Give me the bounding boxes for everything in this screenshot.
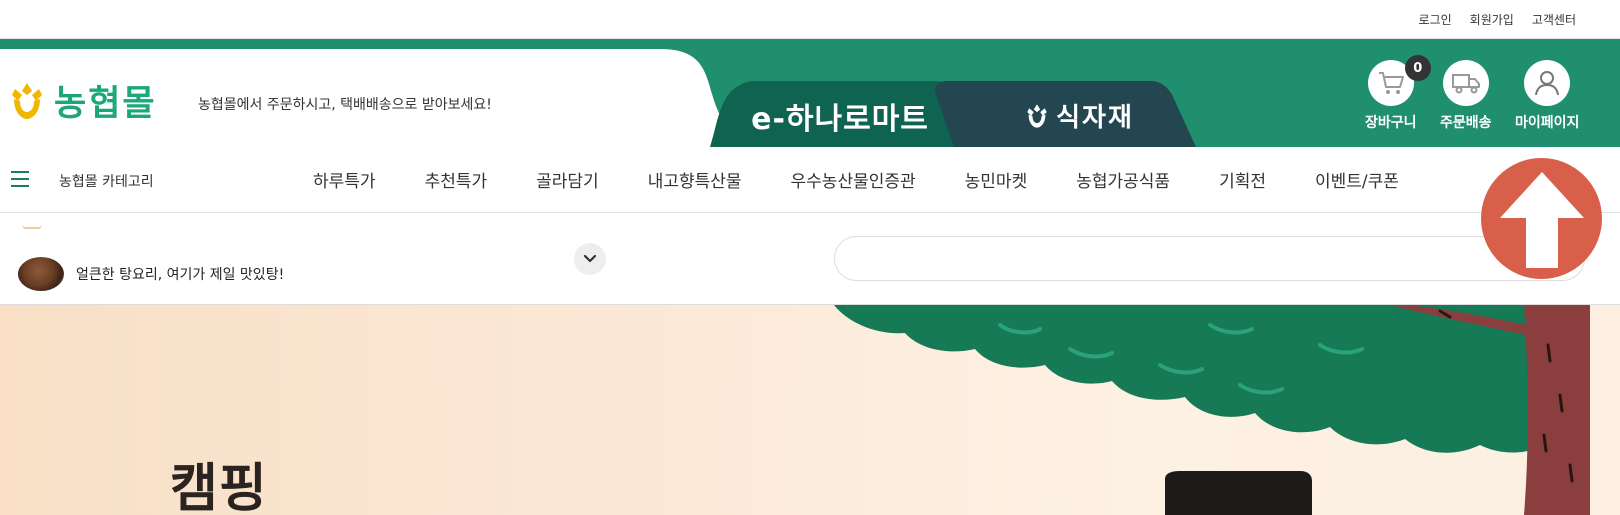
nav-item-daily-deal[interactable]: 하루특가 <box>313 167 376 192</box>
tab-e-hanaro-mart[interactable]: e-하나로마트 <box>716 84 964 147</box>
support-link[interactable]: 고객센터 <box>1532 11 1576 28</box>
rolling-thumbnail <box>18 257 64 291</box>
nav-item-event-coupon[interactable]: 이벤트/쿠폰 <box>1315 167 1399 192</box>
menu-icon[interactable] <box>11 171 29 187</box>
nav-item-pick-and-pack[interactable]: 골라담기 <box>536 167 599 192</box>
category-label[interactable]: 농협몰 카테고리 <box>59 171 154 191</box>
mypage-button[interactable]: 마이페이지 <box>1515 60 1579 132</box>
main-banner[interactable]: 캠핑 <box>0 305 1620 515</box>
category-nav: 농협몰 카테고리 하루특가 추천특가 골라담기 내고향특산물 우수농산물인증관 … <box>0 147 1620 213</box>
tab-e-hanaro-label: e-하나로마트 <box>751 101 929 137</box>
cart-count-badge: 0 <box>1404 55 1431 81</box>
arrow-up-icon <box>1499 171 1584 268</box>
nav-item-farmer-market[interactable]: 농민마켓 <box>965 167 1028 192</box>
rolling-prev-thumb <box>22 225 42 229</box>
nav-items: 하루특가 추천특가 골라담기 내고향특산물 우수농산물인증관 농민마켓 농협가공… <box>313 167 1399 192</box>
tab-food-label: 식자재 <box>1056 103 1134 133</box>
rolling-expand-button[interactable] <box>574 243 606 275</box>
cart-label: 장바구니 <box>1365 115 1417 131</box>
nav-item-recommended-deal[interactable]: 추천특가 <box>425 167 488 192</box>
nav-item-certified-produce[interactable]: 우수농산물인증관 <box>791 167 916 192</box>
login-link[interactable]: 로그인 <box>1419 11 1452 28</box>
cart-button[interactable]: 0 장바구니 <box>1365 55 1431 132</box>
rolling-keyword-text: 얼큰한 탕요리, 여기가 제일 맛있탕! <box>76 267 285 283</box>
nav-item-processed-food[interactable]: 농협가공식품 <box>1076 167 1170 192</box>
chevron-down-icon <box>583 254 597 263</box>
search-input[interactable] <box>834 236 1585 281</box>
mypage-circle <box>1524 60 1571 106</box>
logo[interactable]: 농협몰 <box>10 75 157 126</box>
utility-links: 로그인 회원가입 고객센터 <box>1419 11 1576 28</box>
truck-icon <box>1451 74 1480 94</box>
order-label: 주문배송 <box>1440 115 1492 131</box>
utility-bar: 로그인 회원가입 고객센터 <box>0 0 1620 39</box>
cart-icon <box>1378 72 1404 94</box>
logo-text: 농협몰 <box>54 84 157 124</box>
cart-circle: 0 <box>1367 55 1431 106</box>
tab-food-ingredients[interactable]: 식자재 <box>955 84 1205 147</box>
banner-title: 캠핑 <box>170 459 268 515</box>
join-link[interactable]: 회원가입 <box>1470 11 1514 28</box>
rolling-keyword[interactable]: 얼큰한 탕요리, 여기가 제일 맛있탕! <box>18 257 284 291</box>
order-delivery-button[interactable]: 주문배송 <box>1440 60 1492 132</box>
logo-mark-icon <box>12 82 42 119</box>
mypage-label: 마이페이지 <box>1515 115 1580 131</box>
scroll-top-button[interactable] <box>1481 158 1602 279</box>
search-row: 얼큰한 탕요리, 여기가 제일 맛있탕! <box>0 213 1620 305</box>
order-circle <box>1442 60 1489 106</box>
nav-item-hometown-specialty[interactable]: 내고향특산물 <box>648 167 742 192</box>
user-icon <box>1535 71 1560 96</box>
nav-item-exhibition[interactable]: 기획전 <box>1219 167 1266 192</box>
header-slogan: 농협몰에서 주문하시고, 택배배송으로 받아보세요! <box>198 97 492 113</box>
food-logo-icon <box>1027 103 1047 128</box>
